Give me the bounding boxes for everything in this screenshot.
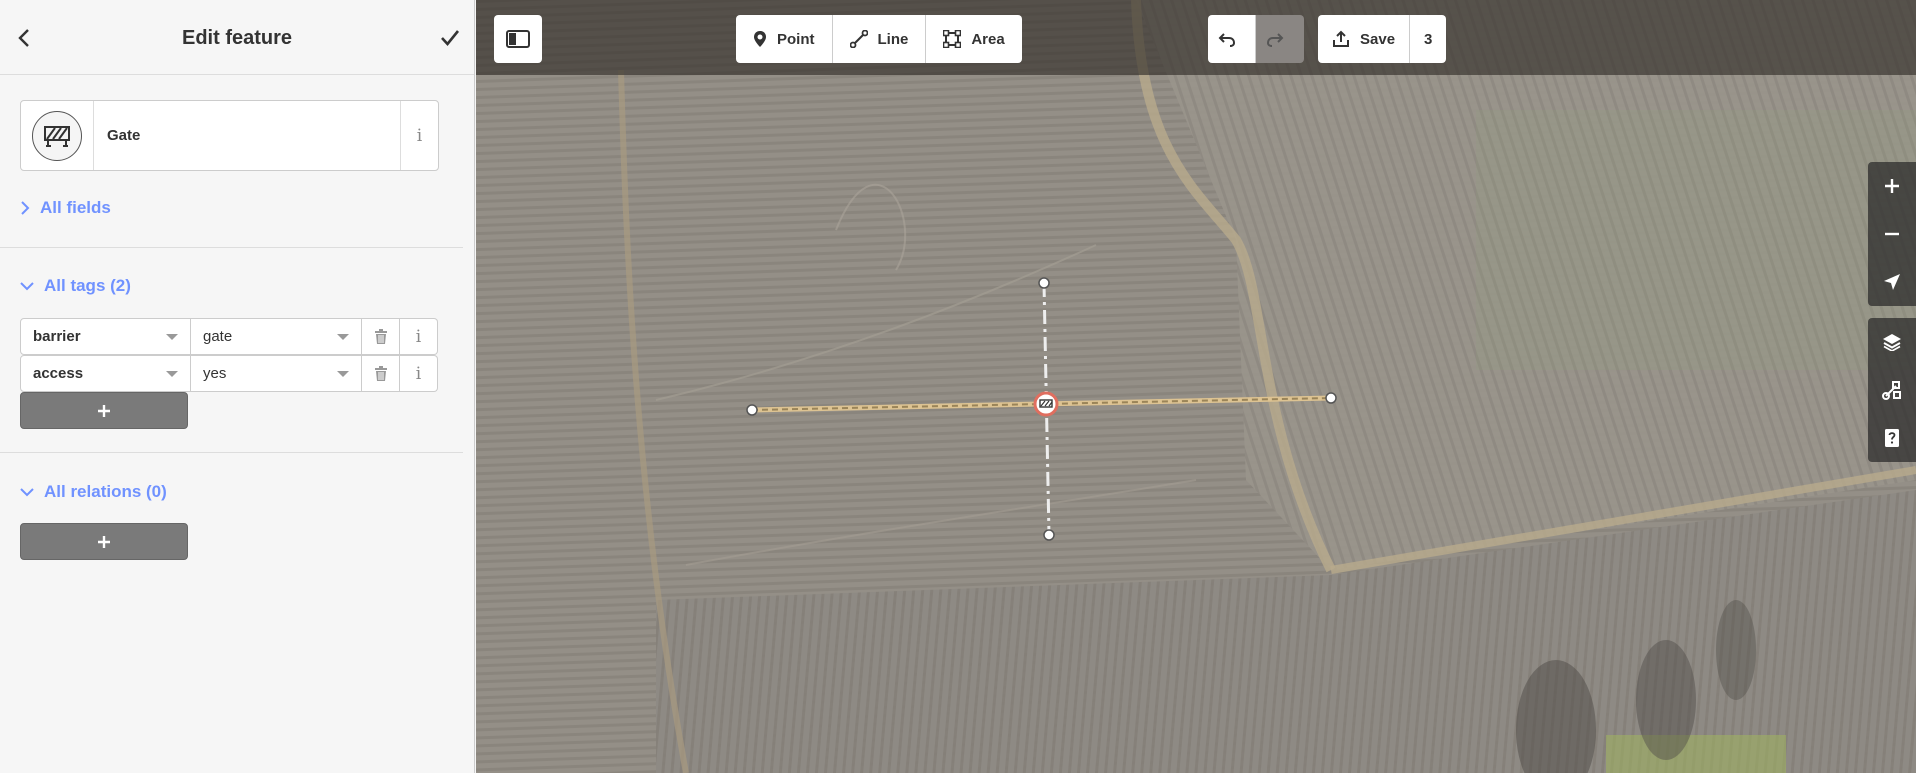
- pane-controls: [1868, 318, 1916, 462]
- top-toolbar: [476, 0, 1916, 75]
- add-tag-button[interactable]: [20, 392, 188, 429]
- tag-value-field[interactable]: yes: [191, 355, 362, 392]
- plus-icon: [98, 404, 110, 417]
- combo-caret-icon: [337, 371, 349, 377]
- delete-tag-button[interactable]: [362, 355, 400, 392]
- tag-value-text: yes: [203, 365, 227, 382]
- sidebar-toggle-button[interactable]: [494, 15, 542, 63]
- zoom-in-icon: [1885, 179, 1899, 193]
- save-count: 3: [1424, 30, 1433, 48]
- chevron-right-icon: [21, 201, 30, 215]
- preset-icon-circle: [32, 110, 82, 161]
- all-fields-toggle[interactable]: All fields: [20, 198, 111, 218]
- preset-name: Gate: [107, 127, 141, 144]
- zoom-in-button[interactable]: [1868, 162, 1916, 210]
- done-button[interactable]: [430, 22, 470, 54]
- area-icon: [943, 30, 962, 48]
- tag-key-text: access: [33, 365, 84, 382]
- preset-item[interactable]: Gate i: [20, 100, 439, 171]
- info-icon: i: [415, 326, 422, 347]
- zoom-out-button[interactable]: [1868, 210, 1916, 258]
- draw-mode-group: Point Line Area: [736, 15, 1022, 63]
- trash-icon: [374, 365, 387, 381]
- all-relations-toggle[interactable]: All relations (0): [20, 482, 167, 502]
- save-label: Save: [1360, 30, 1396, 48]
- inspector-title: Edit feature: [181, 27, 293, 49]
- map-data-button[interactable]: [1868, 366, 1916, 414]
- map-canvas[interactable]: Point Line Area Save 3: [476, 0, 1916, 773]
- zoom-out-icon: [1885, 232, 1899, 236]
- line-label: Line: [877, 30, 909, 48]
- add-relation-button[interactable]: [20, 523, 188, 560]
- upload-icon: [1333, 30, 1349, 47]
- checkmark-icon: [441, 30, 460, 46]
- gate-icon: [44, 125, 70, 147]
- area-label: Area: [971, 30, 1005, 48]
- geolocate-icon: [1884, 274, 1900, 290]
- tag-value-text: gate: [203, 328, 233, 345]
- save-count-badge[interactable]: 3: [1410, 15, 1447, 63]
- aerial-imagery: [476, 0, 1916, 773]
- divider: [0, 247, 463, 248]
- chevron-down-icon: [20, 488, 34, 497]
- divider: [0, 452, 463, 453]
- history-group: [1208, 15, 1304, 63]
- info-icon: i: [415, 363, 422, 384]
- add-point-button[interactable]: Point: [736, 15, 833, 63]
- redo-button[interactable]: [1256, 15, 1304, 63]
- combo-caret-icon: [337, 334, 349, 340]
- preset-icon-box: [21, 101, 94, 170]
- geolocate-button[interactable]: [1868, 258, 1916, 306]
- background-layers-button[interactable]: [1868, 318, 1916, 366]
- back-button[interactable]: [8, 22, 40, 54]
- save-group: Save 3: [1318, 15, 1447, 63]
- all-fields-label: All fields: [40, 198, 111, 217]
- tag-key-field[interactable]: barrier: [20, 318, 191, 355]
- map-data-icon: [1882, 381, 1901, 400]
- sidebar-toggle-icon: [506, 30, 530, 48]
- help-button[interactable]: [1868, 414, 1916, 462]
- line-icon: [849, 30, 868, 48]
- point-icon: [754, 31, 766, 47]
- redo-icon: [1266, 33, 1284, 47]
- point-label: Point: [777, 30, 815, 48]
- all-relations-label: All relations (0): [44, 482, 167, 501]
- add-line-button[interactable]: Line: [832, 15, 927, 63]
- save-button[interactable]: Save: [1318, 15, 1411, 63]
- chevron-left-icon: [18, 29, 29, 47]
- tag-info-button[interactable]: i: [400, 355, 438, 392]
- all-tags-toggle[interactable]: All tags (2): [20, 276, 131, 296]
- tag-row: barrier gate i: [20, 318, 439, 355]
- help-icon: [1885, 429, 1899, 447]
- combo-caret-icon: [166, 371, 178, 377]
- chevron-down-icon: [20, 282, 34, 291]
- combo-caret-icon: [166, 334, 178, 340]
- tag-value-field[interactable]: gate: [191, 318, 362, 355]
- layers-icon: [1883, 334, 1901, 351]
- delete-tag-button[interactable]: [362, 318, 400, 355]
- tag-row: access yes i: [20, 355, 439, 392]
- tag-key-field[interactable]: access: [20, 355, 191, 392]
- tag-key-text: barrier: [33, 328, 81, 345]
- add-area-button[interactable]: Area: [926, 15, 1022, 63]
- inspector-sidebar: Edit feature Gate i All fields All tags …: [0, 0, 475, 773]
- preset-info-button[interactable]: i: [400, 101, 438, 170]
- tag-info-button[interactable]: i: [400, 318, 438, 355]
- all-tags-label: All tags (2): [44, 276, 131, 295]
- plus-icon: [98, 535, 110, 548]
- inspector-header: Edit feature: [0, 0, 474, 75]
- undo-icon: [1218, 33, 1235, 47]
- trash-icon: [374, 328, 387, 344]
- undo-button[interactable]: [1208, 15, 1256, 63]
- zoom-controls: [1868, 162, 1916, 306]
